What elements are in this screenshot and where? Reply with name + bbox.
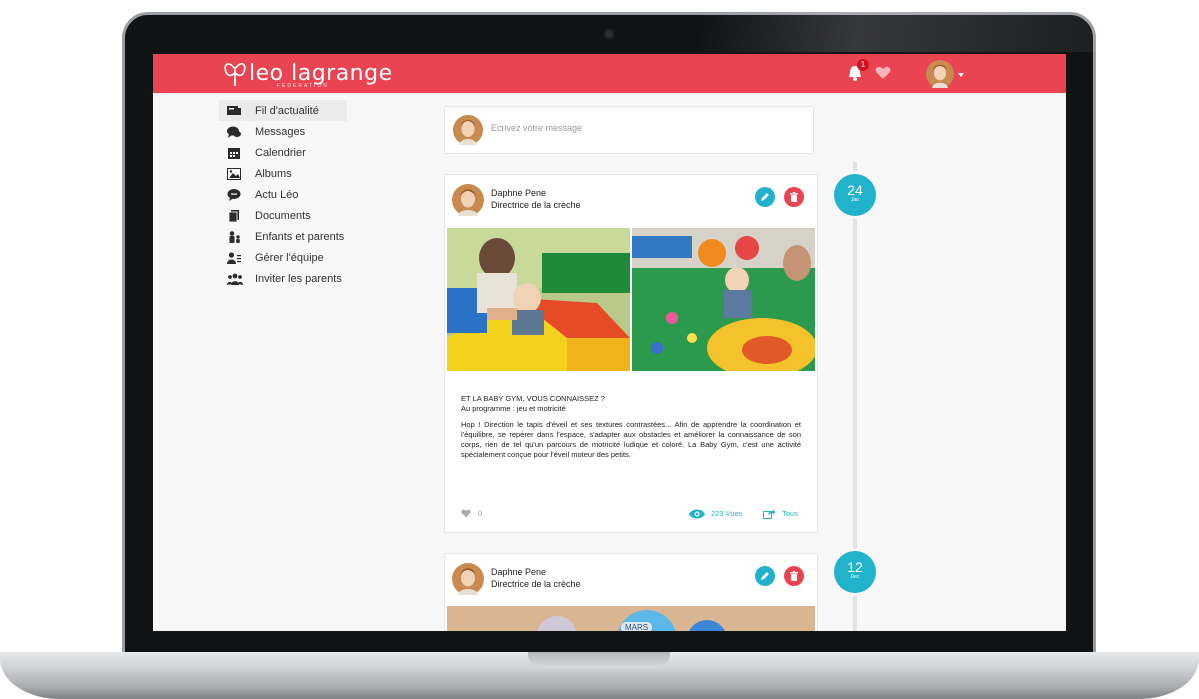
webcam: [605, 30, 613, 38]
date-day: 24: [847, 182, 863, 198]
sidebar-item-label: Enfants et parents: [255, 230, 345, 243]
author-avatar: [453, 115, 483, 145]
post-author-role: Directrice de la crèche: [491, 200, 581, 210]
top-header: leo lagrange FEDERATION 1: [153, 54, 1066, 93]
share-audience[interactable]: Tous: [782, 509, 798, 518]
sidebar-item-fil-actualite[interactable]: Fil d'actualité: [219, 100, 347, 121]
user-avatar[interactable]: [926, 60, 954, 88]
sidebar-item-gerer-equipe[interactable]: Gérer l'équipe: [219, 247, 349, 268]
sidebar-item-albums[interactable]: Albums: [219, 163, 349, 184]
pencil-icon: [761, 572, 769, 580]
picture-icon: [227, 167, 241, 180]
post-author[interactable]: Daphne Pene: [491, 188, 546, 198]
message-composer[interactable]: Ecrivez votre message: [444, 106, 814, 154]
post-subtitle: Au programme : jeu et motricité: [461, 404, 566, 413]
sidebar-item-label: Calendrier: [255, 146, 306, 159]
share-icon[interactable]: [763, 509, 775, 519]
sidebar-item-label: Fil d'actualité: [255, 104, 319, 117]
sidebar-item-enfants-parents[interactable]: Enfants et parents: [219, 226, 349, 247]
like-count: 0: [478, 509, 483, 518]
sidebar-item-actu-leo[interactable]: Actu Léo: [219, 184, 349, 205]
date-badge: 12 Dec: [834, 551, 876, 593]
sidebar-nav: Fil d'actualité Messages Calendrier Albu…: [219, 100, 349, 289]
sidebar-item-calendrier[interactable]: Calendrier: [219, 142, 349, 163]
post-title: ET LA BABY GYM, VOUS CONNAISSEZ ?: [461, 394, 605, 403]
author-avatar[interactable]: [452, 563, 484, 595]
family-icon: [227, 230, 241, 243]
calendar-icon: [227, 147, 241, 159]
laptop-notch: [528, 652, 670, 668]
post-author-role: Directrice de la crèche: [491, 579, 581, 589]
date-month: Dec: [850, 574, 860, 580]
chevron-down-icon[interactable]: [958, 73, 964, 77]
sidebar-item-label: Actu Léo: [255, 188, 299, 201]
speech-bubble-icon: [227, 188, 241, 201]
message-input[interactable]: Ecrivez votre message: [491, 123, 582, 133]
edit-post-button[interactable]: [755, 566, 775, 586]
author-avatar[interactable]: [452, 184, 484, 216]
chat-bubbles-icon: [227, 126, 241, 138]
app-screen: leo lagrange FEDERATION 1 Fil d'actualit…: [153, 54, 1066, 631]
photo-label: MARS: [621, 622, 653, 631]
post-body: Hop ! Direction le tapis d'éveil et ses …: [461, 420, 801, 459]
date-badge: 24 Jan: [834, 174, 876, 216]
feed-post: Daphne Pene Directrice de la crèche ET L…: [444, 174, 818, 533]
newspaper-icon: [227, 105, 241, 117]
play-mat-photo[interactable]: [632, 228, 815, 371]
photo-shape: [687, 620, 727, 631]
date-day: 12: [847, 559, 863, 575]
sidebar-item-messages[interactable]: Messages: [219, 121, 349, 142]
sidebar-item-label: Gérer l'équipe: [255, 251, 324, 264]
photo-shape: [537, 616, 577, 631]
sidebar-item-inviter-parents[interactable]: Inviter les parents: [219, 268, 349, 289]
delete-post-button[interactable]: [784, 566, 804, 586]
views-count[interactable]: 223 Vues: [711, 509, 742, 518]
sidebar-item-label: Inviter les parents: [255, 272, 342, 285]
trash-icon: [790, 571, 798, 581]
craft-photo[interactable]: MARS: [447, 606, 815, 631]
sidebar-item-label: Messages: [255, 125, 306, 138]
trash-icon: [790, 192, 798, 202]
group-icon: [227, 273, 243, 285]
pencil-icon: [761, 193, 769, 201]
baby-gym-photo[interactable]: [447, 228, 630, 371]
laptop-base: [0, 652, 1199, 699]
delete-post-button[interactable]: [784, 187, 804, 207]
sidebar-item-label: Documents: [255, 209, 311, 222]
leo-logo-icon: [224, 63, 246, 86]
sidebar-item-documents[interactable]: Documents: [219, 205, 349, 226]
post-footer: 0 223 Vues Tous: [445, 508, 817, 522]
date-month: Jan: [850, 197, 860, 203]
sidebar-item-label: Albums: [255, 167, 292, 180]
eye-icon: [689, 509, 705, 519]
documents-icon: [227, 209, 241, 222]
team-manage-icon: [227, 251, 241, 264]
edit-post-button[interactable]: [755, 187, 775, 207]
heart-icon[interactable]: [875, 66, 891, 80]
brand-subtitle: FEDERATION: [277, 83, 329, 89]
notification-badge: 1: [857, 59, 869, 71]
feed-post: Daphne Pene Directrice de la crèche MARS: [444, 553, 818, 631]
heart-icon[interactable]: [461, 509, 471, 518]
post-author[interactable]: Daphne Pene: [491, 567, 546, 577]
